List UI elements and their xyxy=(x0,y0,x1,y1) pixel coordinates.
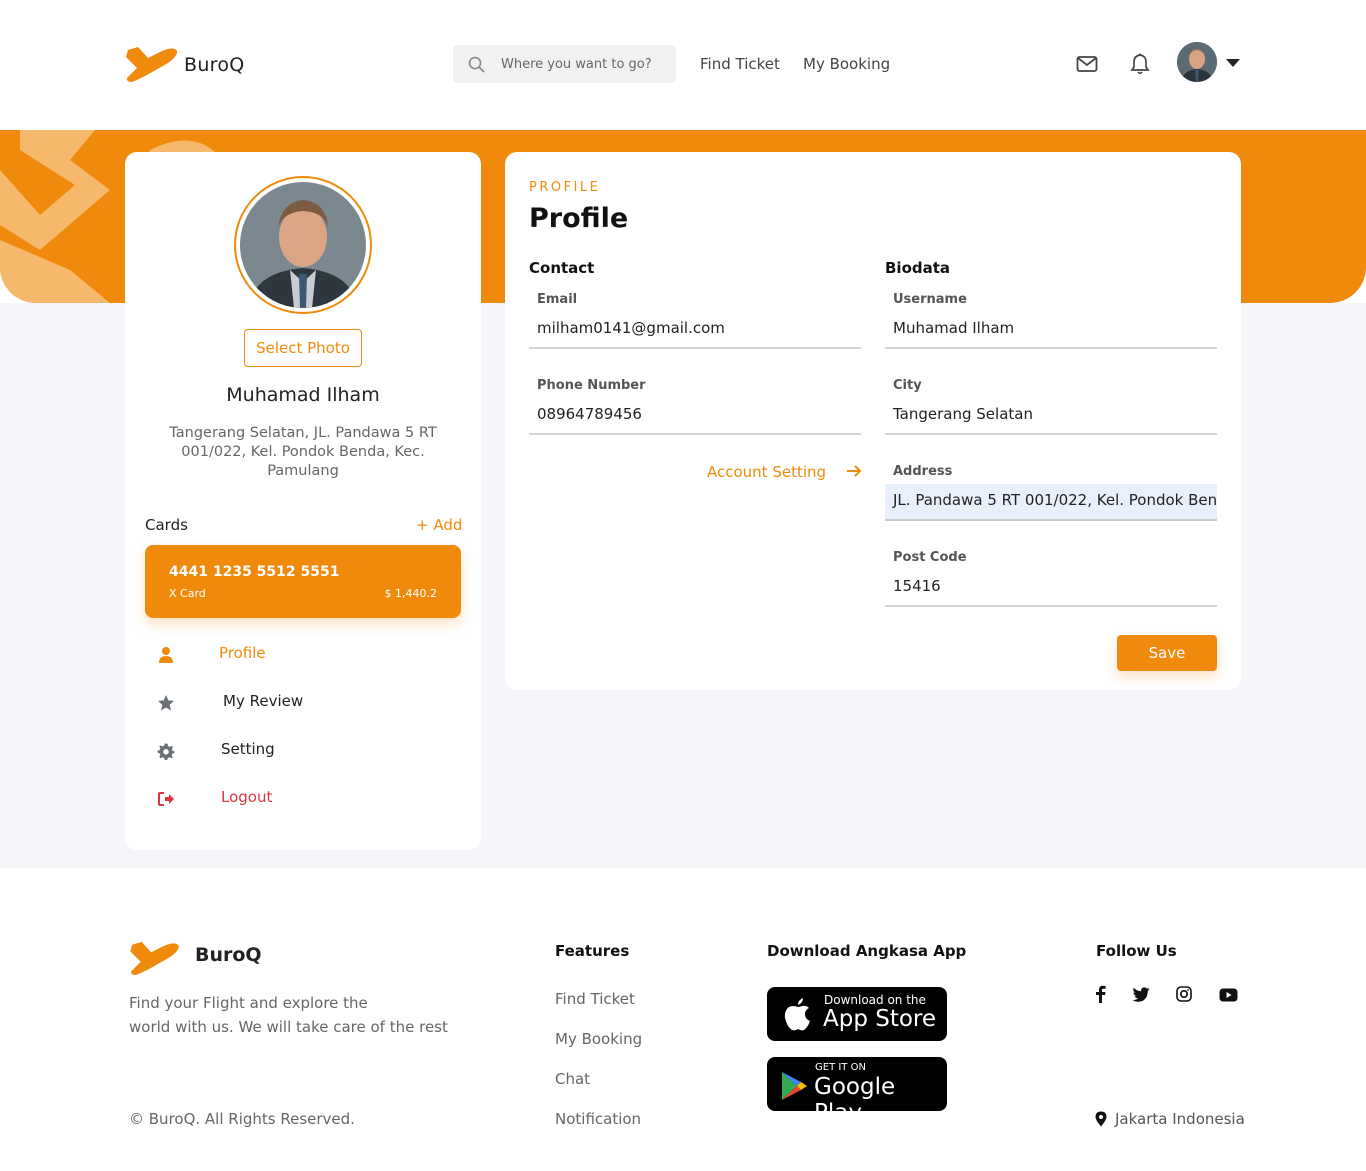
follow-title: Follow Us xyxy=(1096,942,1177,960)
apple-icon xyxy=(784,998,810,1031)
footer-link-notification[interactable]: Notification xyxy=(555,1110,641,1128)
card-number: 4441 1235 5512 5551 xyxy=(169,564,340,580)
logout-icon xyxy=(158,792,174,806)
instagram-icon[interactable] xyxy=(1176,986,1192,1002)
app-store-small-text: Download on the xyxy=(824,993,926,1007)
biodata-heading: Biodata xyxy=(885,259,951,277)
postcode-field[interactable]: 15416 xyxy=(885,570,1217,607)
search-input[interactable] xyxy=(501,45,671,83)
features-title: Features xyxy=(555,942,630,960)
avatar[interactable] xyxy=(1177,42,1217,82)
phone-field[interactable]: 08964789456 xyxy=(529,398,861,435)
user-icon xyxy=(159,647,173,663)
profile-form-card: PROFILE Profile Contact Biodata Email mi… xyxy=(505,152,1241,690)
location-pin-icon xyxy=(1095,1111,1107,1127)
mail-icon[interactable] xyxy=(1076,55,1098,73)
select-photo-button[interactable]: Select Photo xyxy=(244,329,362,367)
search-box[interactable] xyxy=(453,45,676,83)
footer-link-find-ticket[interactable]: Find Ticket xyxy=(555,990,635,1008)
postcode-label: Post Code xyxy=(893,550,967,565)
add-card-button[interactable]: + Add xyxy=(416,516,462,534)
app-store-button[interactable]: Download on the App Store xyxy=(767,987,947,1041)
footer-link-chat[interactable]: Chat xyxy=(555,1070,590,1088)
username-label: Username xyxy=(893,292,967,307)
footer-location: Jakarta Indonesia xyxy=(1115,1110,1245,1128)
profile-address: Tangerang Selatan, JL. Pandawa 5 RT 001/… xyxy=(169,425,437,479)
search-icon xyxy=(468,56,485,73)
caret-down-icon[interactable] xyxy=(1225,58,1241,68)
google-play-button[interactable]: GET IT ON Google Play xyxy=(767,1057,947,1126)
payment-card[interactable]: 4441 1235 5512 5551 X Card $ 1,440.2 xyxy=(145,545,461,618)
email-field[interactable]: milham0141@gmail.com xyxy=(529,312,861,349)
profile-photo xyxy=(234,176,372,314)
app-store-big-text: App Store xyxy=(823,1006,937,1032)
star-icon xyxy=(158,695,174,711)
account-setting-link[interactable]: Account Setting xyxy=(707,463,826,481)
footer-brand: BuroQ xyxy=(195,944,262,966)
brand-logo-icon[interactable] xyxy=(124,45,178,87)
brand-name[interactable]: BuroQ xyxy=(184,54,245,76)
menu-item-profile[interactable]: Profile xyxy=(145,642,445,672)
cards-label: Cards xyxy=(145,516,188,534)
save-button[interactable]: Save xyxy=(1117,635,1217,671)
twitter-icon[interactable] xyxy=(1132,987,1150,1002)
page-title: Profile xyxy=(529,203,629,234)
profile-name: Muhamad Ilham xyxy=(226,384,380,406)
username-field[interactable]: Muhamad Ilham xyxy=(885,312,1217,349)
footer-tagline-2: world with us. We will take care of the … xyxy=(129,1018,448,1036)
profile-sidebar-card: Select Photo Muhamad Ilham Tangerang Sel… xyxy=(125,152,481,850)
facebook-icon[interactable] xyxy=(1093,985,1107,1003)
menu-item-setting[interactable]: Setting xyxy=(145,738,445,768)
bell-icon[interactable] xyxy=(1130,53,1150,75)
menu-label-setting: Setting xyxy=(221,740,275,758)
youtube-icon[interactable] xyxy=(1219,988,1238,1002)
email-label: Email xyxy=(537,292,578,307)
menu-item-my-review[interactable]: My Review xyxy=(145,690,445,720)
section-eyebrow: PROFILE xyxy=(529,180,601,195)
footer-link-my-booking[interactable]: My Booking xyxy=(555,1030,642,1048)
footer: BuroQ Find your Flight and explore the w… xyxy=(0,868,1366,1171)
gear-icon xyxy=(157,743,175,760)
menu-label-my-review: My Review xyxy=(223,692,304,710)
google-play-small-text: GET IT ON xyxy=(815,1062,866,1073)
card-balance: $ 1,440.2 xyxy=(384,587,437,600)
footer-logo-icon[interactable] xyxy=(128,940,180,980)
contact-heading: Contact xyxy=(529,259,595,277)
nav-my-booking[interactable]: My Booking xyxy=(803,55,890,73)
menu-label-profile: Profile xyxy=(219,644,266,662)
address-label: Address xyxy=(893,464,953,479)
arrow-right-icon[interactable] xyxy=(846,463,862,479)
download-title: Download Angkasa App xyxy=(767,942,967,960)
footer-copyright: © BuroQ. All Rights Reserved. xyxy=(129,1110,355,1128)
google-play-icon xyxy=(782,1072,807,1100)
city-field[interactable]: Tangerang Selatan xyxy=(885,398,1217,435)
menu-label-logout: Logout xyxy=(221,788,273,806)
google-play-big-text: Google Play xyxy=(814,1074,896,1126)
nav-find-ticket[interactable]: Find Ticket xyxy=(700,55,780,73)
address-field[interactable]: JL. Pandawa 5 RT 001/022, Kel. Pondok Be… xyxy=(885,484,1217,521)
top-navbar: BuroQ Find Ticket My Booking xyxy=(0,0,1366,130)
phone-label: Phone Number xyxy=(537,378,646,393)
city-label: City xyxy=(893,378,922,393)
menu-item-logout[interactable]: Logout xyxy=(145,786,445,816)
card-type: X Card xyxy=(169,587,206,600)
footer-tagline-1: Find your Flight and explore the xyxy=(129,994,368,1012)
